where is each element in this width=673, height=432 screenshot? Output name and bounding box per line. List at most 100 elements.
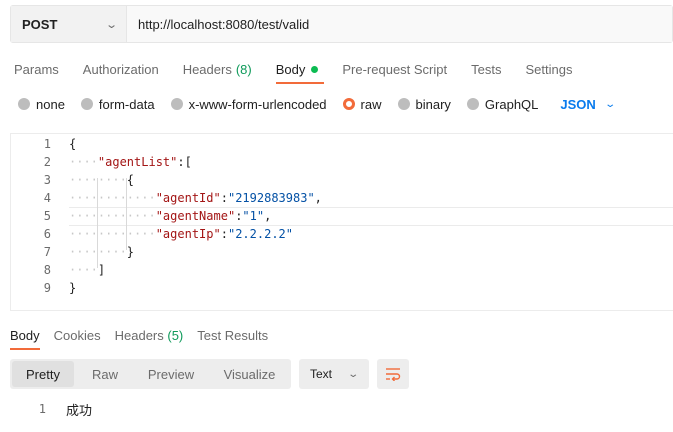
- view-label: Visualize: [223, 366, 276, 382]
- radio-icon: [18, 98, 30, 110]
- response-body: 1 成功: [10, 400, 92, 418]
- code-line: 5 ············"agentName":"1",: [11, 207, 664, 225]
- code-text: ············"agentName":"1",: [69, 209, 272, 223]
- radio-icon: [80, 98, 93, 110]
- line-number: 2: [43, 155, 51, 169]
- headers-count: (8): [235, 61, 252, 77]
- mode-label: binary: [415, 96, 451, 112]
- url-input[interactable]: http://localhost:8080/test/valid: [127, 6, 672, 42]
- code-editor[interactable]: 1 { 2 ····"agentList":[ 3 ········{ 4 ··…: [10, 133, 673, 311]
- tab-response-body[interactable]: Body: [10, 328, 40, 343]
- tab-label: Headers: [182, 61, 232, 77]
- line-number: 5: [43, 209, 51, 223]
- json-value: "2.2.2.2": [227, 227, 293, 241]
- json-key: "agentList": [97, 155, 178, 169]
- code-text: }: [69, 281, 77, 295]
- code-line: 2 ····"agentList":[: [11, 153, 664, 171]
- mode-label: form-data: [98, 96, 155, 112]
- line-number: 1: [38, 402, 46, 416]
- mode-form-data[interactable]: form-data: [80, 96, 155, 112]
- json-value: "1": [242, 209, 265, 223]
- mode-label: x-www-form-urlencoded: [188, 96, 327, 112]
- code-line: 4 ············"agentId":"2192883983",: [11, 189, 664, 207]
- view-raw-button[interactable]: Raw: [78, 361, 132, 387]
- radio-icon: [466, 98, 479, 110]
- tab-label: Tests: [471, 61, 502, 77]
- active-tab-indicator: [276, 82, 324, 84]
- method-select[interactable]: POST ⌄: [11, 6, 127, 42]
- tab-label: Body: [275, 61, 306, 77]
- method-label: POST: [22, 16, 58, 32]
- view-label: Pretty: [26, 366, 60, 382]
- wrap-lines-icon: [386, 368, 401, 381]
- chevron-down-icon: ⌄: [346, 368, 359, 380]
- mode-binary[interactable]: binary: [397, 96, 451, 112]
- tab-label: Cookies: [53, 327, 101, 343]
- mode-label: raw: [360, 96, 382, 112]
- json-punct: }: [126, 245, 135, 259]
- line-number: 6: [43, 227, 51, 241]
- mode-none[interactable]: none: [18, 97, 65, 112]
- radio-icon: [397, 98, 410, 110]
- tab-response-cookies[interactable]: Cookies: [54, 328, 101, 343]
- mode-label: GraphQL: [484, 96, 539, 112]
- tab-test-results[interactable]: Test Results: [197, 328, 268, 343]
- tab-label: Params: [14, 61, 59, 77]
- tab-label: Headers: [114, 327, 164, 343]
- tab-authorization[interactable]: Authorization: [83, 62, 159, 77]
- tab-headers[interactable]: Headers (8): [183, 62, 252, 77]
- tab-settings[interactable]: Settings: [525, 62, 572, 77]
- tab-label: Test Results: [197, 327, 269, 343]
- view-label: Raw: [91, 366, 118, 382]
- tab-label: Authorization: [82, 61, 159, 77]
- view-visualize-button[interactable]: Visualize: [210, 361, 289, 387]
- tab-params[interactable]: Params: [14, 62, 59, 77]
- mode-graphql[interactable]: GraphQL: [466, 96, 539, 112]
- code-text: ········{: [69, 173, 135, 187]
- request-tabs: Params Authorization Headers (8) Body Pre…: [0, 58, 582, 80]
- active-response-tab-indicator: [10, 348, 40, 350]
- line-number: 3: [43, 173, 51, 187]
- chevron-down-icon: ⌄: [604, 98, 616, 110]
- body-mode-options: none form-data x-www-form-urlencoded raw…: [18, 94, 616, 114]
- mode-raw[interactable]: raw: [342, 96, 382, 112]
- tab-label: Pre-request Script: [342, 61, 448, 77]
- wrap-lines-button[interactable]: [377, 359, 409, 389]
- view-pretty-button[interactable]: Pretty: [12, 361, 74, 387]
- code-line: 3 ········{: [11, 171, 664, 189]
- tab-tests[interactable]: Tests: [471, 62, 501, 77]
- code-line: 6 ············"agentIp":"2.2.2.2": [11, 225, 664, 243]
- url-text: http://localhost:8080/test/valid: [138, 16, 310, 32]
- code-text: ········}: [69, 245, 135, 259]
- chevron-down-icon: ⌄: [104, 18, 118, 31]
- tab-label: Settings: [525, 61, 573, 77]
- format-select[interactable]: JSON ⌄: [560, 96, 616, 112]
- mode-urlencoded[interactable]: x-www-form-urlencoded: [170, 96, 327, 112]
- tab-body[interactable]: Body: [276, 62, 319, 77]
- view-preview-button[interactable]: Preview: [136, 361, 206, 387]
- response-type-select[interactable]: Text ⌄: [299, 359, 369, 389]
- code-text: ····]: [69, 263, 106, 277]
- json-punct: :[: [177, 155, 192, 169]
- line-number: 1: [43, 137, 51, 151]
- response-view-toggle: Pretty Raw Preview Visualize: [10, 359, 291, 389]
- json-punct: {: [126, 173, 135, 187]
- tab-pre-request-script[interactable]: Pre-request Script: [342, 62, 447, 77]
- tab-response-headers[interactable]: Headers (5): [115, 328, 184, 343]
- json-value: "2192883983": [227, 191, 315, 205]
- line-number: 9: [43, 281, 51, 295]
- json-punct: ]: [97, 263, 106, 277]
- json-key: "agentName": [155, 209, 236, 223]
- format-label: JSON: [560, 96, 596, 112]
- body-indicator-dot: [311, 65, 319, 73]
- code-text: ····"agentList":[: [69, 155, 192, 169]
- code-line: 7 ········}: [11, 243, 664, 261]
- response-text: 成功: [66, 402, 93, 418]
- code-text: ············"agentIp":"2.2.2.2": [69, 227, 293, 241]
- line-number: 7: [43, 245, 51, 259]
- url-bar: POST ⌄ http://localhost:8080/test/valid: [10, 5, 673, 43]
- line-number: 8: [43, 263, 51, 277]
- view-label: Preview: [147, 366, 195, 382]
- radio-selected-icon: [342, 98, 355, 110]
- line-number: 4: [43, 191, 51, 205]
